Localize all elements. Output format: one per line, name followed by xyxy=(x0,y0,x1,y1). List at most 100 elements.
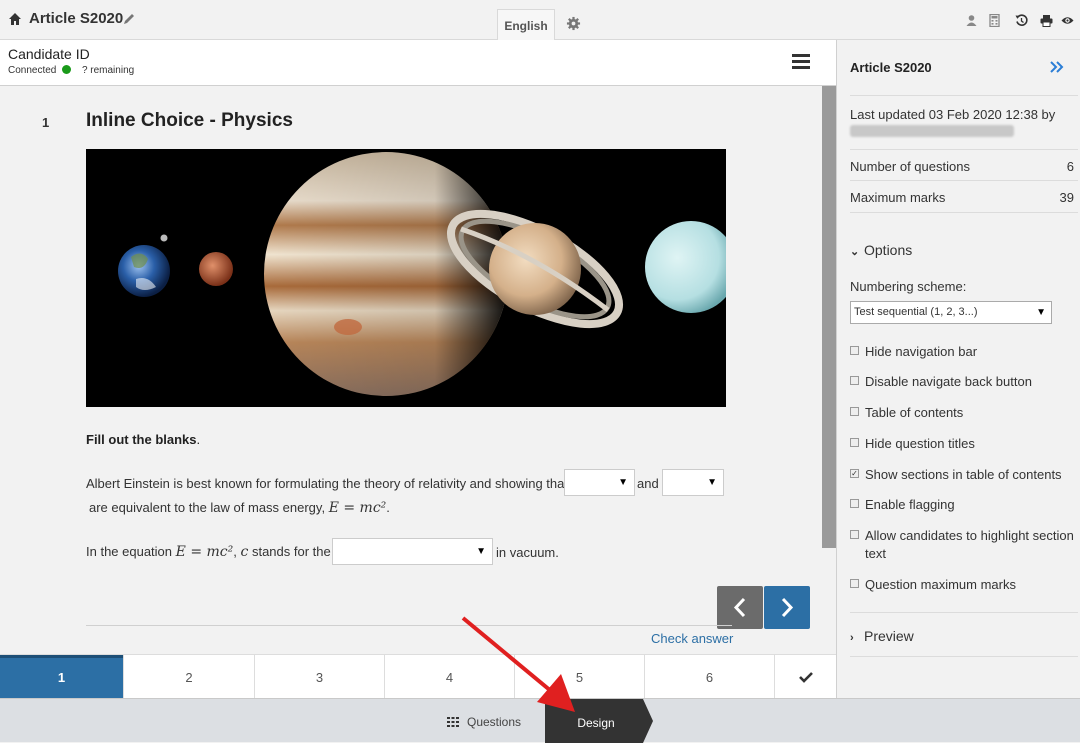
panel-divider xyxy=(850,95,1078,96)
number-of-questions-label: Number of questions xyxy=(850,159,970,174)
checkbox[interactable] xyxy=(850,407,859,416)
annotation-arrow-icon xyxy=(461,616,575,712)
checkbox[interactable] xyxy=(850,530,859,539)
language-tab[interactable]: English xyxy=(497,9,555,40)
settings-panel: Article S2020 Last updated 03 Feb 2020 1… xyxy=(836,40,1080,698)
options-label: Options xyxy=(864,242,913,258)
dropdown-arrow-icon: ▼ xyxy=(476,546,486,557)
double-chevron-right-icon[interactable] xyxy=(1049,59,1065,75)
sentence-1-end: . xyxy=(386,500,390,515)
sentence-2-middle: stands for the xyxy=(251,544,331,559)
top-bar: Article S2020 English xyxy=(0,0,1080,40)
variable-c: c xyxy=(240,544,249,560)
tab-question-2[interactable]: 2 xyxy=(124,655,255,699)
checkmark-icon xyxy=(798,672,813,683)
previous-question-button[interactable] xyxy=(717,586,763,629)
chevron-right-icon xyxy=(781,597,794,618)
history-icon[interactable] xyxy=(1015,14,1028,27)
checkbox[interactable] xyxy=(850,376,859,385)
checkbox[interactable] xyxy=(850,499,859,508)
panel-divider xyxy=(850,612,1078,613)
last-updated: Last updated 03 Feb 2020 12:38 by xyxy=(850,107,1056,122)
checkbox[interactable] xyxy=(850,438,859,447)
author-name-redacted xyxy=(850,125,1014,137)
instruction-bold: Fill out the blanks xyxy=(86,432,197,447)
settings-icon[interactable] xyxy=(566,16,581,31)
option-show-sections-toc[interactable]: ✓ Show sections in table of contents xyxy=(850,466,1078,484)
question-tabs: 1 2 3 4 5 6 xyxy=(0,654,836,699)
number-of-questions-value: 6 xyxy=(1066,159,1074,174)
question-divider xyxy=(86,625,732,626)
document-title: Article S2020 xyxy=(29,10,124,27)
option-allow-highlight[interactable]: Allow candidates to highlight section te… xyxy=(850,527,1078,563)
option-hide-navigation-bar[interactable]: Hide navigation bar xyxy=(850,343,1078,361)
sentence-1-start: Albert Einstein is best known for formul… xyxy=(86,476,568,491)
panel-divider xyxy=(850,149,1078,150)
panel-title: Article S2020 xyxy=(850,60,932,75)
and-text: and xyxy=(637,476,659,491)
formula-emc2-inline: E = mc² xyxy=(175,544,234,560)
chevron-right-icon: › xyxy=(850,632,854,644)
question-area: 1 Inline Choice - Physics Fill out the b… xyxy=(0,86,836,654)
option-table-of-contents[interactable]: Table of contents xyxy=(850,404,1078,422)
panel-divider xyxy=(850,180,1078,181)
inline-choice-1[interactable]: ▼ xyxy=(564,469,635,496)
home-icon[interactable] xyxy=(8,12,22,26)
question-number: 1 xyxy=(42,115,50,130)
formula-emc2: E = mc² xyxy=(328,500,387,516)
panel-divider xyxy=(850,656,1078,657)
calculator-icon[interactable] xyxy=(988,14,1001,27)
check-answer-link[interactable]: Check answer xyxy=(651,631,733,646)
sentence-2-start: In the equation xyxy=(86,544,173,559)
sentence-2: In the equation E = mc², c stands for th… xyxy=(86,544,331,560)
checkbox-checked[interactable]: ✓ xyxy=(850,469,859,478)
planets-image xyxy=(86,149,726,407)
question-title: Inline Choice - Physics xyxy=(86,110,293,131)
tab-question-3[interactable]: 3 xyxy=(255,655,385,699)
preview-label: Preview xyxy=(864,628,914,644)
pencil-icon[interactable] xyxy=(122,12,136,26)
sentence-2-end: in vacuum. xyxy=(496,545,559,560)
remaining-time: ? remaining xyxy=(81,65,135,76)
next-question-button[interactable] xyxy=(764,586,810,629)
numbering-scheme-value: Test sequential (1, 2, 3...) xyxy=(854,306,978,318)
hamburger-menu-icon[interactable] xyxy=(792,54,810,69)
finish-tab[interactable] xyxy=(775,655,836,699)
sentence-1-continuation: are equivalent to the law of mass energy… xyxy=(89,500,390,516)
options-toggle[interactable]: ⌄ Options xyxy=(850,242,912,258)
candidate-id-title: Candidate ID xyxy=(8,46,90,62)
sentence-1: Albert Einstein is best known for formul… xyxy=(86,476,568,491)
question-instruction: Fill out the blanks. xyxy=(86,432,200,447)
user-icon[interactable] xyxy=(965,14,978,27)
maximum-marks-value: 39 xyxy=(1059,190,1074,205)
numbering-scheme-select[interactable]: Test sequential (1, 2, 3...) ▼ xyxy=(850,301,1052,324)
option-question-max-marks[interactable]: Question maximum marks xyxy=(850,576,1078,594)
instruction-end: . xyxy=(196,432,201,447)
dropdown-arrow-icon: ▼ xyxy=(618,477,628,488)
numbering-scheme-label: Numbering scheme: xyxy=(850,279,967,294)
connection-status-label: Connected xyxy=(8,65,57,76)
chevron-left-icon xyxy=(733,597,746,618)
sentence-1-middle: are equivalent to the law of mass energy… xyxy=(89,500,326,515)
checkbox[interactable] xyxy=(850,579,859,588)
preview-toggle[interactable]: › Preview xyxy=(850,628,914,644)
eye-icon[interactable] xyxy=(1061,14,1074,27)
option-enable-flagging[interactable]: Enable flagging xyxy=(850,496,1078,514)
inline-choice-3[interactable]: ▼ xyxy=(332,538,493,565)
tab-question-1[interactable]: 1 xyxy=(0,655,124,699)
inline-choice-2[interactable]: ▼ xyxy=(662,469,724,496)
dropdown-arrow-icon: ▼ xyxy=(707,477,717,488)
option-disable-navigate-back[interactable]: Disable navigate back button xyxy=(850,373,1078,391)
dropdown-arrow-icon: ▼ xyxy=(1036,307,1046,318)
status-dot-icon xyxy=(62,65,72,74)
tab-question-6[interactable]: 6 xyxy=(645,655,775,699)
checkbox[interactable] xyxy=(850,346,859,355)
option-hide-question-titles[interactable]: Hide question titles xyxy=(850,435,1078,453)
connection-status: Connected ? remaining xyxy=(8,65,134,76)
panel-divider xyxy=(850,212,1078,213)
print-icon[interactable] xyxy=(1040,14,1053,27)
maximum-marks-label: Maximum marks xyxy=(850,190,946,205)
chevron-down-icon: ⌄ xyxy=(850,246,860,258)
scrollbar[interactable] xyxy=(822,86,836,548)
candidate-header: Candidate ID Connected ? remaining xyxy=(0,40,836,86)
